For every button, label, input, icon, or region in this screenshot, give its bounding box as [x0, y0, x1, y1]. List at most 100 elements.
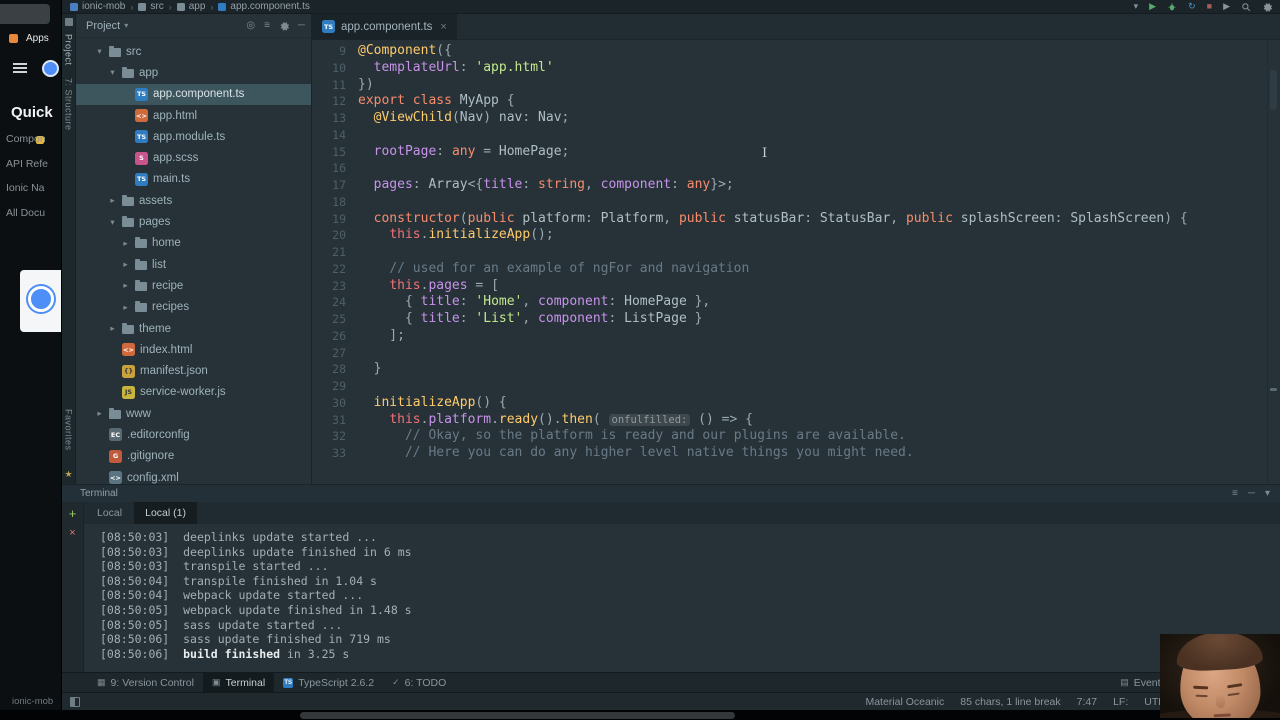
chevron-icon[interactable]: ▸ [108, 323, 117, 334]
tree-file-app.scss[interactable]: Sapp.scss [76, 147, 311, 168]
run-icon[interactable]: ▶ [1149, 2, 1156, 11]
docs-nav-item[interactable]: Compon [6, 133, 48, 145]
more-options-icon[interactable]: ≡ [1232, 488, 1238, 499]
terminal-output[interactable]: [08:50:03] deeplinks update started ...[… [84, 524, 1280, 672]
tree-folder-assets[interactable]: ▸ assets [76, 190, 311, 211]
profile-icon[interactable]: ▶ [1223, 2, 1230, 11]
project-tree: ▾ src ▾ app TS app.component.ts <> app.html TS ap… [76, 38, 311, 484]
docs-nav-item[interactable]: All Docu [6, 207, 48, 219]
collapse-all-icon[interactable]: ≡ [264, 20, 270, 31]
tree-folder-recipe[interactable]: ▸ recipe [76, 275, 311, 296]
breadcrumb-item-app[interactable]: app [176, 1, 205, 12]
toolwindow-button-terminal[interactable]: ▣ Terminal [202, 673, 275, 692]
chevron-icon[interactable]: ▸ [121, 280, 130, 291]
ts-file-icon: TS [322, 20, 335, 33]
tree-folder-app[interactable]: ▾ app [76, 62, 311, 83]
search-icon[interactable] [1241, 2, 1251, 12]
chevron-icon[interactable]: ▸ [95, 408, 104, 419]
terminal-gap [169, 545, 183, 559]
docs-nav-item[interactable]: API Refe [6, 158, 48, 170]
tree-item-label: index.html [140, 343, 193, 356]
toolwindow-button-6-todo[interactable]: ✓ 6: TODO [383, 673, 455, 692]
tree-folder-recipes[interactable]: ▸ recipes [76, 297, 311, 318]
chevron-down-icon[interactable]: ▾ [124, 21, 128, 30]
chevron-down-icon[interactable]: ▾ [1134, 2, 1139, 11]
tree-file-.gitignore[interactable]: G .gitignore [76, 446, 311, 467]
terminal-tab-Local[interactable]: Local [86, 502, 133, 524]
favorites-star-icon[interactable]: ★ [64, 469, 72, 480]
chevron-icon[interactable]: ▾ [95, 46, 104, 57]
settings-icon[interactable] [1262, 2, 1272, 12]
editor-scrollbar[interactable] [1267, 40, 1280, 484]
terminal-header[interactable]: Terminal ≡ ─ ▾ [62, 485, 1280, 502]
toolwindow-button-9-version-control[interactable]: ▦ 9: Version Control [88, 673, 203, 692]
stripe-label-7: Structure[interactable]: 7: Structure [64, 78, 74, 131]
terminal-gap [169, 618, 183, 632]
apps-label[interactable]: Apps [26, 33, 49, 44]
code-token: this [389, 277, 421, 293]
tree-folder-list[interactable]: ▸ list [76, 254, 311, 275]
statusbar-item-7-47[interactable]: 7:47 [1077, 696, 1097, 708]
tree-file-app.html[interactable]: <> app.html [76, 105, 311, 126]
code-token: Platform [600, 210, 664, 226]
tree-folder-home[interactable]: ▸ home [76, 233, 311, 254]
breadcrumb-item-src[interactable]: src [138, 1, 164, 12]
code-token: 'Home' [475, 294, 523, 310]
tree-file-config.xml[interactable]: <> config.xml [76, 467, 311, 484]
terminal-tab-Local (1)[interactable]: Local (1) [134, 502, 197, 524]
locate-icon[interactable]: ◎ [246, 20, 255, 31]
restart-icon[interactable]: ↻ [1188, 2, 1196, 11]
toolwindow-button-typescript-2-6-2[interactable]: TS TypeScript 2.6.2 [274, 673, 383, 692]
editor-tab-app-component[interactable]: TS app.component.ts × [312, 14, 457, 39]
hide-terminal-icon[interactable]: ▾ [1265, 488, 1270, 499]
ide-main: Project 7: Structure Favorites ★ Project … [62, 14, 1280, 484]
tree-file-service-worker.js[interactable]: JS service-worker.js [76, 382, 311, 403]
tree-file-index.html[interactable]: <> index.html [76, 339, 311, 360]
close-tab-icon[interactable]: × [440, 21, 446, 33]
hamburger-menu-icon[interactable] [13, 63, 27, 73]
breadcrumb-item-app.component.ts[interactable]: app.component.ts [218, 1, 310, 12]
minimize-icon[interactable]: ─ [1248, 488, 1255, 499]
docs-card[interactable] [20, 270, 62, 332]
tree-folder-theme[interactable]: ▸ theme [76, 318, 311, 339]
debug-icon[interactable] [1167, 2, 1177, 12]
statusbar-item-material-oceanic[interactable]: Material Oceanic [865, 696, 944, 708]
chevron-icon[interactable]: ▾ [108, 67, 117, 78]
tree-folder-src[interactable]: ▾ src [76, 41, 311, 62]
line-number: 16 [332, 161, 346, 176]
chevron-icon[interactable]: ▸ [108, 195, 117, 206]
folder-icon [122, 322, 134, 334]
tree-file-app.module.ts[interactable]: TS app.module.ts [76, 126, 311, 147]
breadcrumb-separator: › [168, 1, 172, 12]
ide-titlebar: ionic-mob › src › app › app.component.ts ▾ ▶ ↻ ■ ▶ [62, 0, 1280, 14]
tree-folder-www[interactable]: ▸ www [76, 403, 311, 424]
chevron-icon[interactable]: ▾ [108, 217, 117, 228]
chevron-icon[interactable]: ▸ [121, 238, 130, 249]
chevron-icon[interactable]: ▸ [121, 302, 130, 313]
hide-panel-icon[interactable]: ─ [298, 20, 305, 31]
new-session-icon[interactable]: + [69, 507, 77, 520]
settings-icon[interactable] [279, 21, 289, 31]
scrollbar-mark [1270, 388, 1277, 391]
close-session-icon[interactable]: × [69, 528, 75, 539]
code-token: pages [373, 177, 413, 192]
tree-file-.editorconfig[interactable]: EC .editorconfig [76, 424, 311, 445]
stripe-label-Project[interactable]: Project [64, 34, 74, 66]
stripe-label-Favorites[interactable]: Favorites [64, 409, 74, 451]
tree-file-main.ts[interactable]: TS main.ts [76, 169, 311, 190]
toolwindow-toggle-icon[interactable] [70, 696, 80, 707]
tree-file-app.component.ts[interactable]: TS app.component.ts [76, 83, 311, 105]
statusbar-item-lf-[interactable]: LF: [1113, 696, 1128, 708]
tree-folder-pages[interactable]: ▾ pages [76, 211, 311, 232]
stop-icon[interactable]: ■ [1207, 2, 1212, 11]
scrollbar-thumb[interactable] [1270, 70, 1277, 110]
project-panel-header[interactable]: Project ▾ ◎ ≡ ─ [76, 14, 311, 38]
breadcrumb-item-ionic-mob[interactable]: ionic-mob [70, 1, 125, 12]
docs-nav-item[interactable]: Ionic Na [6, 182, 48, 194]
statusbar-item-85-chars-1-line-break[interactable]: 85 chars, 1 line break [960, 696, 1060, 708]
tree-file-manifest.json[interactable]: {} manifest.json [76, 360, 311, 381]
code-editor[interactable]: I 9 @Component({10 templateUrl: 'app.html… [312, 40, 1280, 484]
code-token: // Okay, so the platform is ready and ou… [404, 428, 906, 444]
chevron-icon[interactable]: ▸ [121, 259, 130, 270]
